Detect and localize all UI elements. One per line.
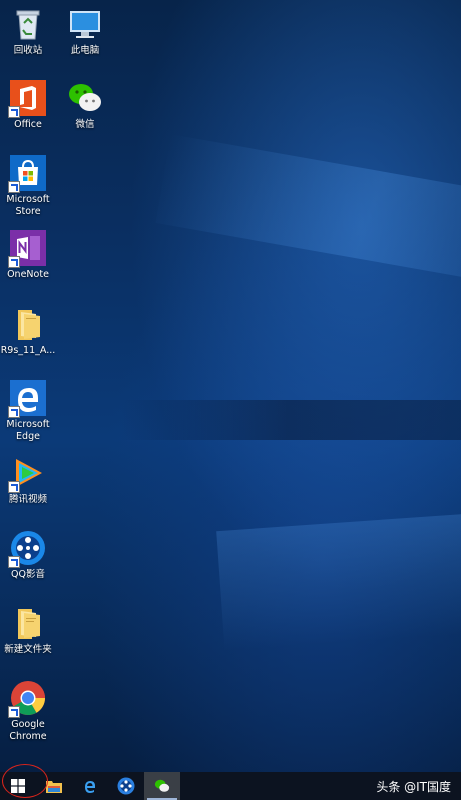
- wechat-icon: [154, 779, 170, 792]
- wechat-label: 微信: [75, 119, 95, 130]
- edge-icon: [85, 781, 95, 793]
- microsoft-store-label: Microsoft Store: [6, 194, 50, 217]
- shortcut-arrow-icon: [8, 181, 20, 193]
- folder-r9s-label: R9s_11_A...: [0, 345, 56, 356]
- computer-icon: [67, 6, 103, 42]
- recycle-bin-label: 回收站: [13, 45, 43, 56]
- office-icon: [8, 80, 46, 118]
- taskbar-edge-button[interactable]: [72, 772, 108, 800]
- taskbar-qq-music-button[interactable]: [108, 772, 144, 800]
- desktop-icon-onenote[interactable]: OneNote: [0, 230, 56, 281]
- office-label: Office: [14, 119, 42, 130]
- desktop-icon-recycle-bin[interactable]: 回收站: [0, 6, 56, 57]
- microsoft-store-icon: [8, 155, 46, 193]
- desktop-icon-microsoft-edge[interactable]: Microsoft Edge: [0, 380, 56, 443]
- shortcut-arrow-icon: [8, 481, 20, 493]
- folder-icon: [10, 306, 46, 342]
- desktop-icon-new-folder[interactable]: 新建文件夹: [0, 605, 56, 656]
- qq-music-icon: [117, 777, 135, 795]
- taskbar-wechat-button[interactable]: [144, 772, 180, 800]
- edge-icon: [8, 380, 46, 418]
- desktop-icon-tencent-video[interactable]: 腾讯视频: [0, 455, 56, 506]
- wallpaper-glow: [216, 508, 461, 652]
- chrome-icon: [8, 680, 46, 718]
- desktop-icon-this-pc[interactable]: 此电脑: [57, 6, 113, 57]
- desktop-icon-office[interactable]: Office: [0, 80, 56, 131]
- google-chrome-label: Google Chrome: [9, 719, 47, 742]
- onenote-label: OneNote: [7, 269, 49, 280]
- folder-icon: [10, 605, 46, 641]
- annotation-circle: [2, 764, 48, 798]
- shortcut-arrow-icon: [8, 256, 20, 268]
- wallpaper-shadow-band: [120, 400, 461, 440]
- this-pc-label: 此电脑: [70, 45, 100, 56]
- desktop-icon-wechat[interactable]: 微信: [57, 80, 113, 131]
- tencent-video-icon: [8, 455, 46, 493]
- desktop-icon-microsoft-store[interactable]: Microsoft Store: [0, 155, 56, 218]
- desktop-icon-google-chrome[interactable]: Google Chrome: [0, 680, 56, 743]
- shortcut-arrow-icon: [8, 406, 20, 418]
- microsoft-edge-label: Microsoft Edge: [6, 419, 50, 442]
- wechat-icon: [67, 80, 103, 116]
- desktop-icon-qq-player[interactable]: QQ影音: [0, 530, 56, 581]
- desktop-icon-folder-r9s[interactable]: R9s_11_A...: [0, 306, 56, 357]
- watermark-text: 头条 @IT国度: [376, 780, 451, 794]
- new-folder-label: 新建文件夹: [4, 644, 52, 655]
- desktop: 回收站 此电脑 Office 微信 Microsoft Store OneNot…: [0, 0, 461, 800]
- shortcut-arrow-icon: [8, 706, 20, 718]
- taskbar: 头条 @IT国度: [0, 772, 461, 800]
- shortcut-arrow-icon: [8, 106, 20, 118]
- onenote-icon: [8, 230, 46, 268]
- qq-player-label: QQ影音: [11, 569, 45, 580]
- qq-player-icon: [8, 530, 46, 568]
- wallpaper-light-beam: [155, 134, 461, 296]
- tencent-video-label: 腾讯视频: [8, 494, 47, 505]
- recycle-bin-icon: [10, 6, 46, 42]
- shortcut-arrow-icon: [8, 556, 20, 568]
